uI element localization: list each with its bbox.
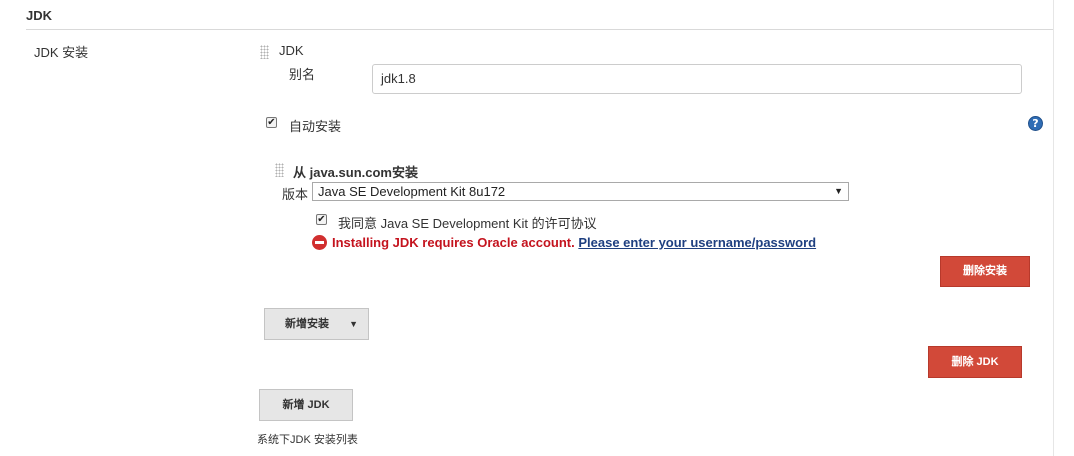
chevron-down-icon: ▼ bbox=[834, 186, 843, 196]
section-title: JDK bbox=[26, 8, 53, 23]
installer-drag-handle-icon[interactable] bbox=[275, 163, 284, 177]
auto-install-checkbox[interactable]: ✔ bbox=[266, 117, 277, 128]
jdk-block-header: JDK bbox=[279, 43, 304, 58]
alias-label: 别名 bbox=[289, 67, 316, 82]
question-circle-icon[interactable]: ? bbox=[1028, 116, 1043, 131]
delete-installer-button[interactable]: 删除安装 bbox=[940, 256, 1030, 287]
jdk-install-label: JDK 安装 bbox=[34, 45, 89, 60]
add-installer-label: 新增安装 bbox=[285, 318, 329, 330]
error-text: Installing JDK requires Oracle account. bbox=[332, 235, 579, 250]
add-installer-button[interactable]: 新增安装 ▼ bbox=[264, 308, 369, 340]
delete-jdk-button[interactable]: 删除 JDK bbox=[928, 346, 1022, 378]
chevron-down-icon: ▼ bbox=[349, 319, 358, 329]
jdk-list-description: 系统下JDK 安装列表 bbox=[257, 434, 358, 446]
scrollbar[interactable] bbox=[1053, 0, 1074, 456]
license-agree-checkbox[interactable]: ✔ bbox=[316, 214, 327, 225]
installer-title: 从 java.sun.com安装 bbox=[293, 165, 418, 180]
error-message: Installing JDK requires Oracle account. … bbox=[332, 235, 816, 250]
version-label: 版本 bbox=[282, 187, 309, 202]
alias-input[interactable]: jdk1.8 bbox=[372, 64, 1022, 94]
drag-handle-icon[interactable] bbox=[260, 45, 269, 59]
enter-credentials-link[interactable]: Please enter your username/password bbox=[578, 235, 816, 250]
section-divider bbox=[26, 29, 1053, 30]
version-select-value: Java SE Development Kit 8u172 bbox=[318, 184, 506, 199]
version-select[interactable]: Java SE Development Kit 8u172 ▼ bbox=[312, 182, 849, 201]
license-agree-label: 我同意 Java SE Development Kit 的许可协议 bbox=[338, 216, 597, 231]
add-jdk-button[interactable]: 新增 JDK bbox=[259, 389, 353, 421]
auto-install-label: 自动安装 bbox=[289, 119, 342, 134]
error-icon bbox=[312, 235, 327, 250]
